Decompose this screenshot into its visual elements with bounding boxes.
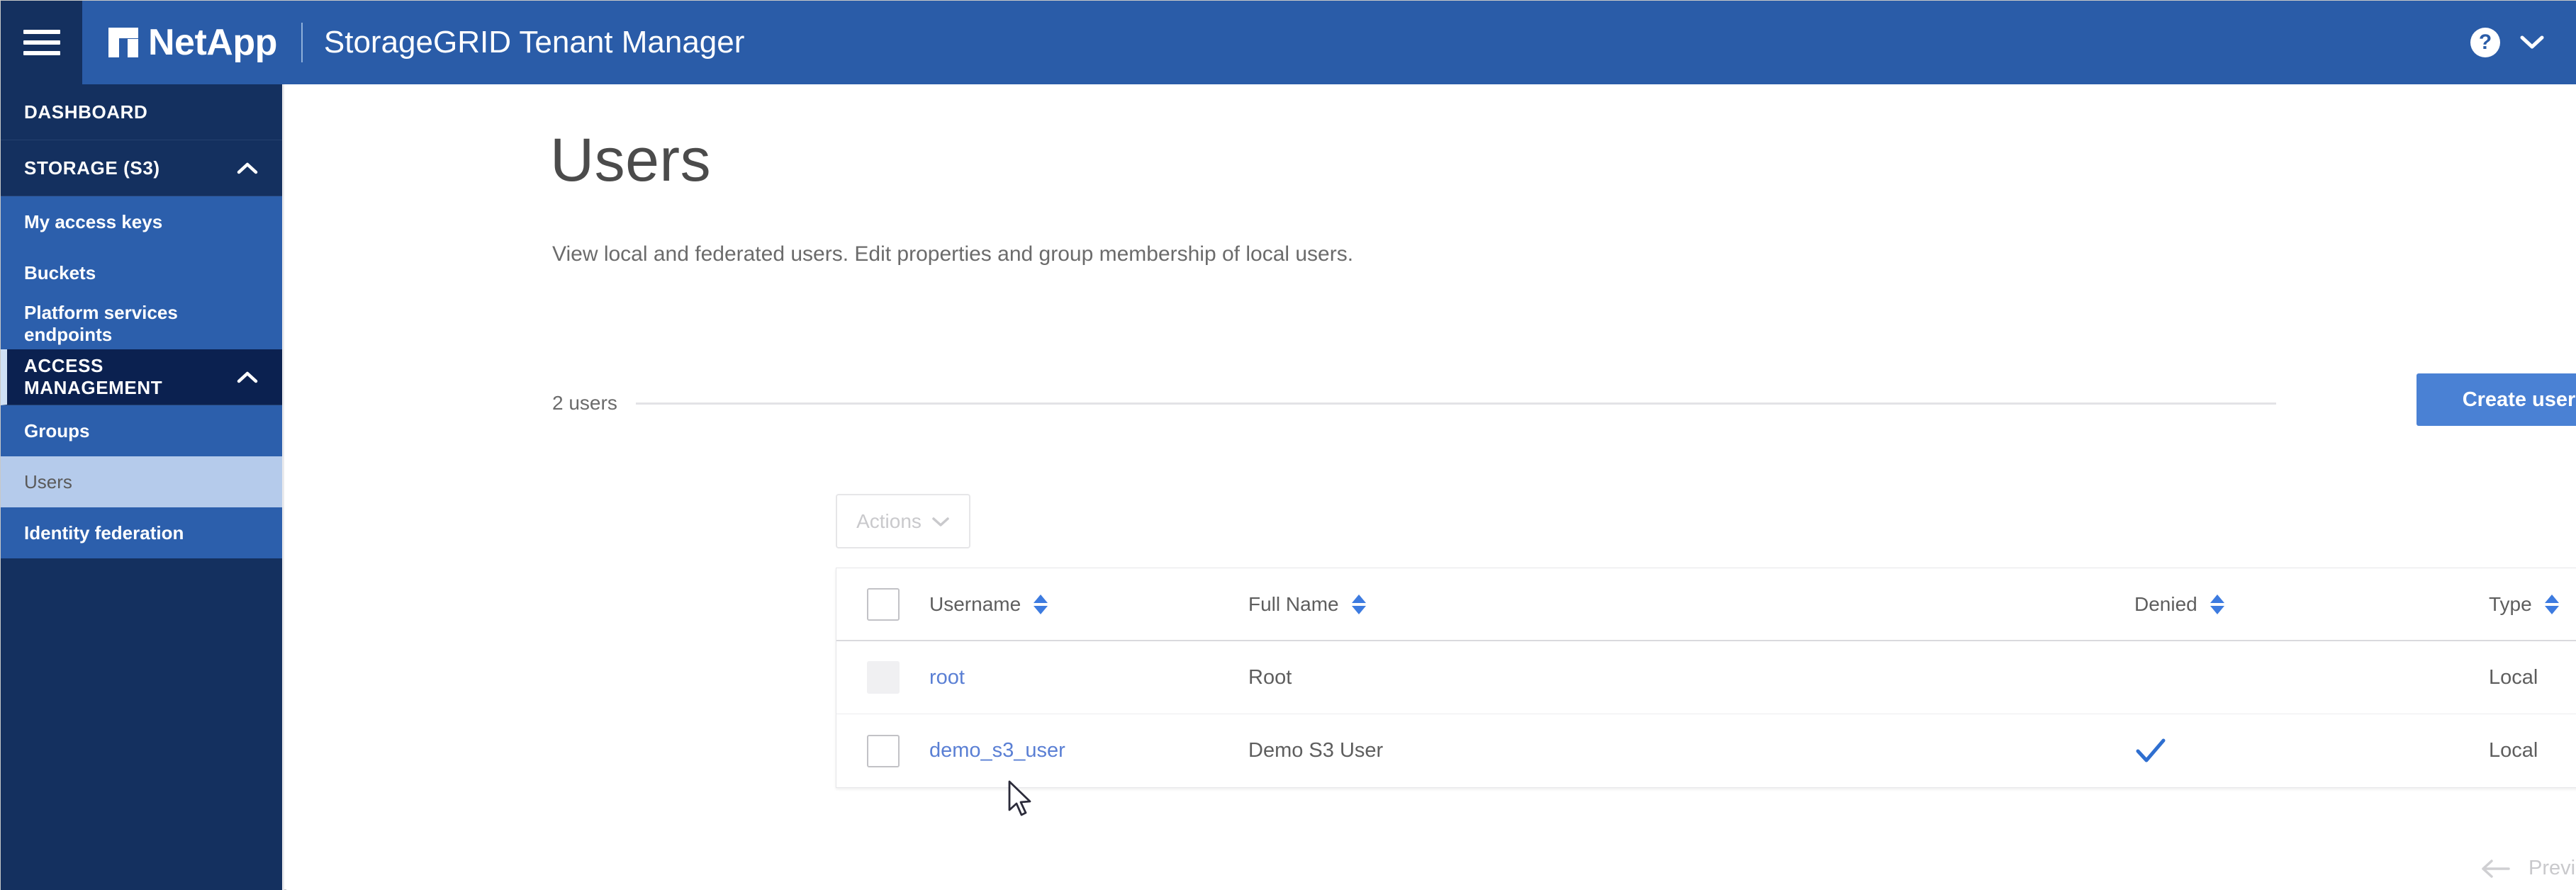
actions-dropdown-button[interactable]: Actions (836, 494, 970, 548)
sidebar-item-dashboard[interactable]: DASHBOARD (1, 84, 282, 140)
sidebar-item-buckets[interactable]: Buckets (1, 247, 282, 298)
page-description: View local and federated users. Edit pro… (552, 242, 1354, 266)
sidebar-item-label: ACCESS MANAGEMENT (24, 355, 163, 398)
sort-icon[interactable] (1034, 594, 1048, 614)
cell-full-name: Root (1248, 665, 1292, 689)
sidebar-item-label: Identity federation (24, 522, 184, 543)
app-title: StorageGRID Tenant Manager (323, 25, 745, 60)
sidebar-item-identity-federation[interactable]: Identity federation (1, 507, 282, 558)
sidebar-item-label: Platform services endpoints (24, 302, 178, 345)
user-count-row: 2 users (552, 392, 2276, 415)
column-header-label: Denied (2134, 592, 2197, 615)
check-icon (2136, 738, 2166, 762)
chevron-up-icon (237, 162, 258, 174)
column-header-denied[interactable]: Denied (2134, 593, 2489, 616)
username-link[interactable]: root (929, 666, 965, 689)
column-header-label: Type (2489, 592, 2532, 615)
help-icon[interactable]: ? (2470, 28, 2500, 57)
row-checkbox (866, 661, 900, 694)
select-all-checkbox[interactable] (866, 587, 900, 621)
horizontal-rule (635, 402, 2276, 405)
cell-username: root (929, 666, 1248, 689)
sidebar-item-my-access-keys[interactable]: My access keys (1, 196, 282, 247)
brand-divider (301, 23, 303, 62)
chevron-up-icon (237, 371, 258, 383)
row-select-cell (836, 661, 929, 694)
column-header-type[interactable]: Type (2489, 593, 2576, 616)
page-title: Users (550, 126, 712, 194)
actions-button-label: Actions (856, 509, 922, 532)
netapp-logo-icon (108, 28, 138, 57)
brand[interactable]: NetApp (108, 24, 277, 61)
column-header-label: Full Name (1248, 592, 1339, 615)
table-row[interactable]: demo_s3_user Demo S3 User Local (836, 714, 2576, 787)
username-link[interactable]: demo_s3_user (929, 739, 1065, 762)
user-count-label: 2 users (552, 392, 617, 414)
sidebar-section-storage-s3[interactable]: STORAGE (S3) (1, 140, 282, 196)
sidebar-section-access-management[interactable]: ACCESS MANAGEMENT (1, 349, 282, 405)
tenant-manager-window: NetApp StorageGRID Tenant Manager ? DASH… (0, 0, 2576, 890)
sidebar-item-label: DASHBOARD (24, 101, 148, 123)
sidebar-item-label: Users (24, 471, 72, 492)
select-all-cell (836, 587, 929, 621)
pagination: Previous 1 Next (2480, 857, 2576, 880)
sort-icon[interactable] (1351, 594, 1366, 614)
cell-username: demo_s3_user (929, 739, 1248, 762)
chevron-down-icon[interactable] (2520, 35, 2544, 50)
sidebar-item-label: STORAGE (S3) (24, 157, 160, 179)
sidebar-item-groups[interactable]: Groups (1, 405, 282, 456)
table-header-row: Username Full Name Denied Type (836, 568, 2576, 641)
top-header-bar: NetApp StorageGRID Tenant Manager ? (1, 1, 2576, 84)
cell-type: Local (2489, 665, 2538, 689)
table-row[interactable]: root Root Local (836, 641, 2576, 714)
column-header-label: Username (929, 592, 1021, 615)
header-right-controls: ? (2470, 1, 2544, 84)
cell-denied (2134, 737, 2489, 765)
previous-page-button: Previous (2529, 857, 2576, 879)
hamburger-icon (23, 30, 60, 55)
row-checkbox[interactable] (866, 734, 900, 767)
main-content: Users View local and federated users. Ed… (286, 84, 2576, 890)
arrow-left-icon (2482, 859, 2510, 878)
sidebar-item-label: Groups (24, 419, 90, 441)
sidebar-item-users[interactable]: Users (1, 456, 282, 507)
row-select-cell (836, 734, 929, 767)
menu-toggle-button[interactable] (1, 1, 82, 84)
cell-type: Local (2489, 739, 2538, 762)
sidebar-navigation: DASHBOARD STORAGE (S3) My access keys Bu… (1, 84, 284, 890)
cell-full-name: Demo S3 User (1248, 739, 1384, 762)
create-user-button[interactable]: Create user (2417, 373, 2576, 426)
users-table: Username Full Name Denied Type root Root… (836, 568, 2576, 788)
sort-icon[interactable] (2210, 594, 2224, 614)
brand-name: NetApp (148, 22, 277, 63)
sidebar-item-platform-services-endpoints[interactable]: Platform services endpoints (1, 298, 282, 349)
column-header-full-name[interactable]: Full Name (1248, 593, 2134, 616)
column-header-username[interactable]: Username (929, 593, 1248, 616)
chevron-down-icon (932, 517, 949, 526)
sort-icon[interactable] (2544, 594, 2559, 614)
sidebar-item-label: Buckets (24, 261, 96, 283)
sidebar-item-label: My access keys (24, 210, 163, 232)
